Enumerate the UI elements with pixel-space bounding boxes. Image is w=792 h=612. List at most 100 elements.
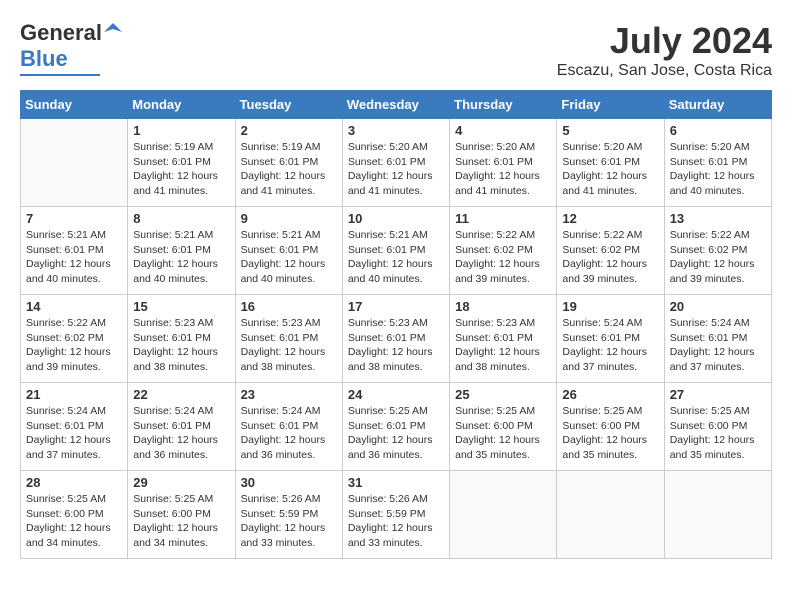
calendar-day-cell: 8 Sunrise: 5:21 AMSunset: 6:01 PMDaylight… [128, 207, 235, 295]
day-number: 8 [133, 211, 229, 226]
day-number: 13 [670, 211, 766, 226]
day-number: 6 [670, 123, 766, 138]
calendar-table: SundayMondayTuesdayWednesdayThursdayFrid… [20, 90, 772, 559]
day-info: Sunrise: 5:25 AMSunset: 6:00 PMDaylight:… [670, 404, 766, 463]
calendar-day-cell: 31Sunrise: 5:26 AMSunset: 5:59 PMDayligh… [342, 471, 449, 559]
day-info: Sunrise: 5:22 AMSunset: 6:02 PMDaylight:… [26, 316, 122, 375]
logo-bird-icon [104, 22, 122, 40]
day-number: 31 [348, 475, 444, 490]
calendar-day-cell: 11Sunrise: 5:22 AMSunset: 6:02 PMDayligh… [450, 207, 557, 295]
day-number: 12 [562, 211, 658, 226]
day-number: 3 [348, 123, 444, 138]
day-info: Sunrise: 5:25 AMSunset: 6:00 PMDaylight:… [455, 404, 551, 463]
day-info: Sunrise: 5:20 AMSunset: 6:01 PMDaylight:… [670, 140, 766, 199]
logo: General Blue [20, 20, 122, 76]
day-info: Sunrise: 5:23 AMSunset: 6:01 PMDaylight:… [348, 316, 444, 375]
day-number: 23 [241, 387, 337, 402]
calendar-day-cell: 2 Sunrise: 5:19 AMSunset: 6:01 PMDaylight… [235, 119, 342, 207]
calendar-day-cell: 29 Sunrise: 5:25 AMSunset: 6:00 PMDayligh… [128, 471, 235, 559]
calendar-week-row: 14 Sunrise: 5:22 AMSunset: 6:02 PMDayligh… [21, 295, 772, 383]
logo-blue-text: Blue [20, 46, 68, 72]
calendar-day-cell: 15 Sunrise: 5:23 AMSunset: 6:01 PMDayligh… [128, 295, 235, 383]
calendar-week-row: 21 Sunrise: 5:24 AMSunset: 6:01 PMDayligh… [21, 383, 772, 471]
day-info: Sunrise: 5:21 AMSunset: 6:01 PMDaylight:… [348, 228, 444, 287]
day-info: Sunrise: 5:24 AMSunset: 6:01 PMDaylight:… [670, 316, 766, 375]
title-block: July 2024 Escazu, San Jose, Costa Rica [557, 20, 772, 80]
calendar-day-cell: 22Sunrise: 5:24 AMSunset: 6:01 PMDayligh… [128, 383, 235, 471]
day-info: Sunrise: 5:22 AMSunset: 6:02 PMDaylight:… [670, 228, 766, 287]
day-number: 28 [26, 475, 122, 490]
calendar-day-cell [664, 471, 771, 559]
day-number: 26 [562, 387, 658, 402]
weekday-header-cell: Monday [128, 91, 235, 119]
calendar-day-cell: 20 Sunrise: 5:24 AMSunset: 6:01 PMDayligh… [664, 295, 771, 383]
calendar-day-cell: 12 Sunrise: 5:22 AMSunset: 6:02 PMDayligh… [557, 207, 664, 295]
calendar-day-cell: 19Sunrise: 5:24 AMSunset: 6:01 PMDayligh… [557, 295, 664, 383]
day-info: Sunrise: 5:20 AMSunset: 6:01 PMDaylight:… [562, 140, 658, 199]
day-number: 2 [241, 123, 337, 138]
day-info: Sunrise: 5:25 AMSunset: 6:00 PMDaylight:… [133, 492, 229, 551]
logo-divider [20, 74, 100, 76]
day-number: 29 [133, 475, 229, 490]
calendar-day-cell: 3 Sunrise: 5:20 AMSunset: 6:01 PMDaylight… [342, 119, 449, 207]
day-number: 16 [241, 299, 337, 314]
day-number: 17 [348, 299, 444, 314]
day-number: 19 [562, 299, 658, 314]
month-year-title: July 2024 [557, 20, 772, 62]
day-info: Sunrise: 5:21 AMSunset: 6:01 PMDaylight:… [241, 228, 337, 287]
day-info: Sunrise: 5:22 AMSunset: 6:02 PMDaylight:… [455, 228, 551, 287]
calendar-day-cell: 21 Sunrise: 5:24 AMSunset: 6:01 PMDayligh… [21, 383, 128, 471]
calendar-day-cell [557, 471, 664, 559]
day-number: 4 [455, 123, 551, 138]
day-info: Sunrise: 5:24 AMSunset: 6:01 PMDaylight:… [26, 404, 122, 463]
day-info: Sunrise: 5:19 AMSunset: 6:01 PMDaylight:… [241, 140, 337, 199]
page-header: General Blue July 2024 Escazu, San Jose,… [20, 20, 772, 80]
calendar-day-cell: 4 Sunrise: 5:20 AMSunset: 6:01 PMDaylight… [450, 119, 557, 207]
calendar-day-cell [450, 471, 557, 559]
calendar-day-cell: 26 Sunrise: 5:25 AMSunset: 6:00 PMDayligh… [557, 383, 664, 471]
day-info: Sunrise: 5:21 AMSunset: 6:01 PMDaylight:… [133, 228, 229, 287]
calendar-day-cell: 25 Sunrise: 5:25 AMSunset: 6:00 PMDayligh… [450, 383, 557, 471]
weekday-header-cell: Thursday [450, 91, 557, 119]
day-number: 7 [26, 211, 122, 226]
day-info: Sunrise: 5:23 AMSunset: 6:01 PMDaylight:… [455, 316, 551, 375]
calendar-day-cell: 6 Sunrise: 5:20 AMSunset: 6:01 PMDaylight… [664, 119, 771, 207]
day-info: Sunrise: 5:25 AMSunset: 6:01 PMDaylight:… [348, 404, 444, 463]
day-info: Sunrise: 5:25 AMSunset: 6:00 PMDaylight:… [562, 404, 658, 463]
calendar-week-row: 7 Sunrise: 5:21 AMSunset: 6:01 PMDaylight… [21, 207, 772, 295]
calendar-day-cell: 13 Sunrise: 5:22 AMSunset: 6:02 PMDayligh… [664, 207, 771, 295]
calendar-day-cell: 1 Sunrise: 5:19 AMSunset: 6:01 PMDaylight… [128, 119, 235, 207]
day-number: 1 [133, 123, 229, 138]
day-number: 5 [562, 123, 658, 138]
day-number: 18 [455, 299, 551, 314]
day-number: 27 [670, 387, 766, 402]
day-info: Sunrise: 5:25 AMSunset: 6:00 PMDaylight:… [26, 492, 122, 551]
day-info: Sunrise: 5:24 AMSunset: 6:01 PMDaylight:… [241, 404, 337, 463]
day-number: 20 [670, 299, 766, 314]
calendar-day-cell: 18 Sunrise: 5:23 AMSunset: 6:01 PMDayligh… [450, 295, 557, 383]
weekday-header-cell: Wednesday [342, 91, 449, 119]
day-info: Sunrise: 5:22 AMSunset: 6:02 PMDaylight:… [562, 228, 658, 287]
day-number: 14 [26, 299, 122, 314]
day-info: Sunrise: 5:23 AMSunset: 6:01 PMDaylight:… [241, 316, 337, 375]
calendar-body: 1 Sunrise: 5:19 AMSunset: 6:01 PMDaylight… [21, 119, 772, 559]
day-number: 30 [241, 475, 337, 490]
day-number: 10 [348, 211, 444, 226]
day-info: Sunrise: 5:20 AMSunset: 6:01 PMDaylight:… [348, 140, 444, 199]
weekday-header-cell: Saturday [664, 91, 771, 119]
day-number: 25 [455, 387, 551, 402]
calendar-day-cell: 23 Sunrise: 5:24 AMSunset: 6:01 PMDayligh… [235, 383, 342, 471]
day-info: Sunrise: 5:20 AMSunset: 6:01 PMDaylight:… [455, 140, 551, 199]
day-number: 21 [26, 387, 122, 402]
weekday-header-cell: Friday [557, 91, 664, 119]
day-info: Sunrise: 5:19 AMSunset: 6:01 PMDaylight:… [133, 140, 229, 199]
calendar-day-cell: 14 Sunrise: 5:22 AMSunset: 6:02 PMDayligh… [21, 295, 128, 383]
calendar-day-cell: 9Sunrise: 5:21 AMSunset: 6:01 PMDaylight… [235, 207, 342, 295]
calendar-day-cell: 10 Sunrise: 5:21 AMSunset: 6:01 PMDayligh… [342, 207, 449, 295]
day-info: Sunrise: 5:23 AMSunset: 6:01 PMDaylight:… [133, 316, 229, 375]
day-number: 15 [133, 299, 229, 314]
calendar-day-cell: 24Sunrise: 5:25 AMSunset: 6:01 PMDayligh… [342, 383, 449, 471]
location-subtitle: Escazu, San Jose, Costa Rica [557, 62, 772, 80]
calendar-day-cell: 16 Sunrise: 5:23 AMSunset: 6:01 PMDayligh… [235, 295, 342, 383]
day-number: 22 [133, 387, 229, 402]
